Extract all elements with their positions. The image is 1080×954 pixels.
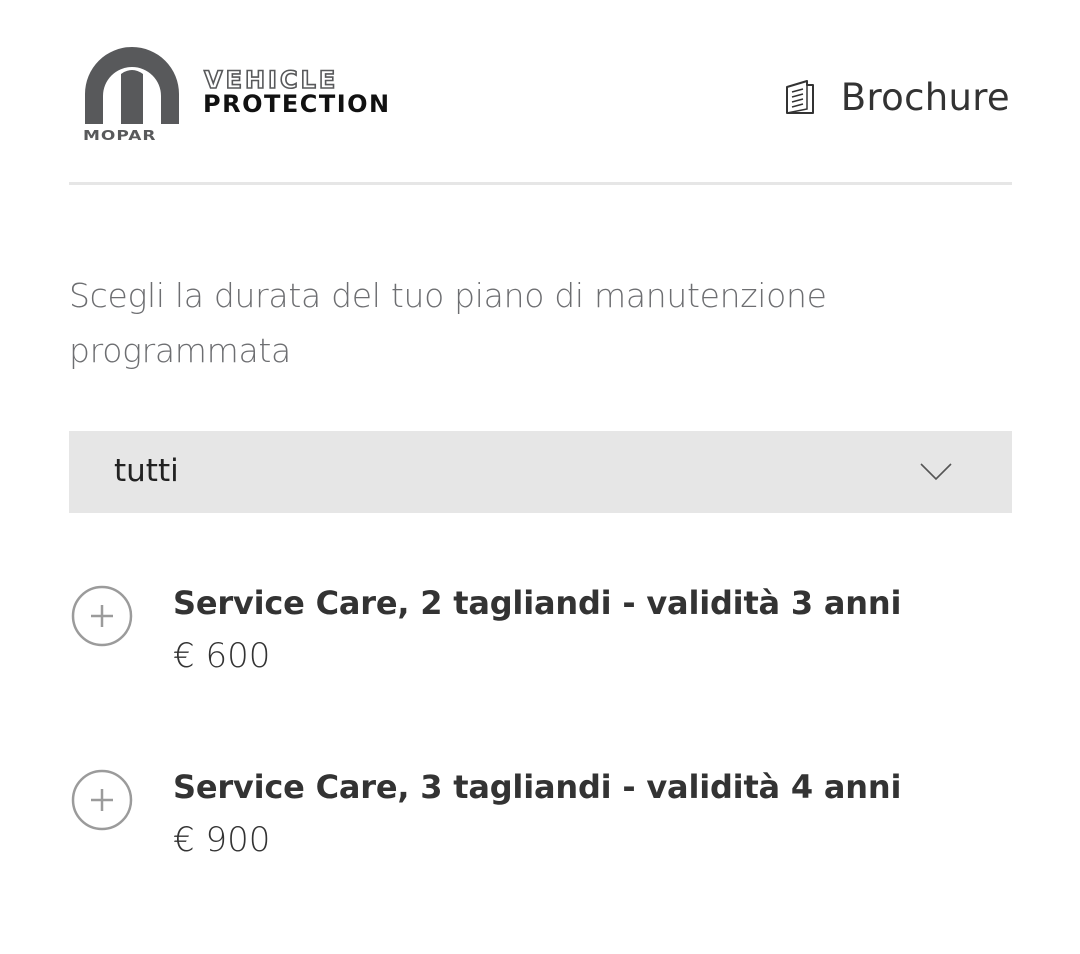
chevron-down-icon xyxy=(920,463,952,481)
duration-filter-select[interactable]: tutti xyxy=(69,431,1012,513)
logo-title-vehicle: VEHICLE xyxy=(203,66,339,94)
plus-circle-icon[interactable] xyxy=(71,585,133,647)
mopar-wordmark: MOPAR xyxy=(83,128,157,144)
plan-price: € 900 xyxy=(173,820,271,860)
page: MOPAR VEHICLE PROTECTION Brochure Scegli… xyxy=(0,0,1080,954)
brochure-label: Brochure xyxy=(840,75,1010,119)
intro-text: Scegli la durata del tuo piano di manute… xyxy=(69,276,827,370)
duration-filter-value: tutti xyxy=(114,453,179,489)
mopar-vehicle-protection-logo[interactable]: MOPAR VEHICLE PROTECTION xyxy=(81,44,481,148)
brochure-icon xyxy=(785,80,814,114)
plan-item[interactable]: Service Care, 2 tagliandi - validità 3 a… xyxy=(69,582,1012,692)
brochure-link[interactable]: Brochure xyxy=(785,72,1010,122)
header: MOPAR VEHICLE PROTECTION Brochure xyxy=(69,0,1012,185)
plus-circle-icon[interactable] xyxy=(71,769,133,831)
plan-title: Service Care, 2 tagliandi - validità 3 a… xyxy=(173,584,902,622)
plan-price: € 600 xyxy=(173,636,271,676)
mopar-m-logo-icon xyxy=(85,47,179,124)
plan-title: Service Care, 3 tagliandi - validità 4 a… xyxy=(173,768,902,806)
plan-item[interactable]: Service Care, 3 tagliandi - validità 4 a… xyxy=(69,766,1012,876)
logo-title-protection: PROTECTION xyxy=(203,90,391,118)
